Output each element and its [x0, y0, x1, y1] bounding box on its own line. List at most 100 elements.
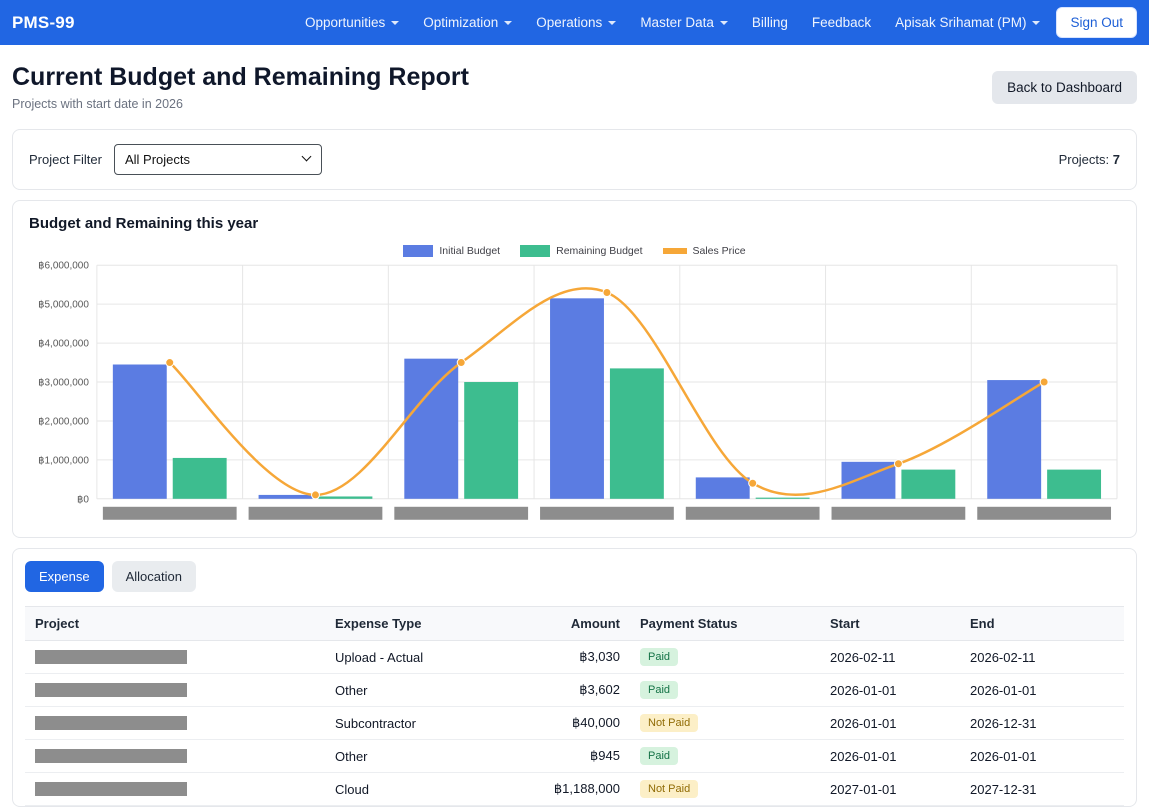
- end-date-cell: 2026-12-31: [960, 707, 1124, 740]
- svg-text:฿6,000,000: ฿6,000,000: [38, 261, 89, 272]
- payment-status-badge: Paid: [640, 648, 678, 666]
- redacted-project-name: [35, 749, 187, 763]
- bar-initial-budget: [987, 380, 1041, 499]
- nav-item-label: Operations: [536, 15, 602, 30]
- table-header-row: ProjectExpense TypeAmountPayment StatusS…: [25, 607, 1124, 641]
- svg-text:฿4,000,000: ฿4,000,000: [38, 339, 89, 350]
- end-date-cell: 2026-01-01: [960, 740, 1124, 773]
- redacted-x-label: [103, 507, 237, 520]
- start-date-cell: 2026-01-01: [820, 740, 960, 773]
- bar-initial-budget: [113, 365, 167, 499]
- col-end: End: [960, 607, 1124, 641]
- tab-allocation[interactable]: Allocation: [112, 561, 196, 592]
- nav-item-feedback[interactable]: Feedback: [812, 15, 871, 30]
- expense-table-body: Upload - Actual฿3,030Paid2026-02-112026-…: [25, 641, 1124, 806]
- table-row: Subcontractor฿40,000Not Paid2026-01-0120…: [25, 707, 1124, 740]
- end-date-cell: 2026-01-01: [960, 674, 1124, 707]
- nav-items: Opportunities Optimization Operations Maste…: [305, 15, 1041, 30]
- start-date-cell: 2027-01-01: [820, 773, 960, 806]
- project-filter-select-wrap: All Projects: [114, 144, 322, 175]
- payment-status-cell: Paid: [630, 740, 820, 773]
- redacted-project-name: [35, 683, 187, 697]
- col-amount: Amount: [520, 607, 630, 641]
- redacted-x-label: [977, 507, 1111, 520]
- col-expense-type: Expense Type: [325, 607, 520, 641]
- redacted-project-name: [35, 650, 187, 664]
- chevron-down-icon: [608, 21, 616, 25]
- amount-cell: ฿945: [520, 740, 630, 773]
- nav-item-label: Opportunities: [305, 15, 385, 30]
- col-start: Start: [820, 607, 960, 641]
- col-payment-status: Payment Status: [630, 607, 820, 641]
- legend-label: Initial Budget: [439, 245, 500, 257]
- expense-table: ProjectExpense TypeAmountPayment StatusS…: [25, 606, 1124, 806]
- app-brand: PMS-99: [12, 13, 75, 33]
- expense-type-cell: Cloud: [325, 773, 520, 806]
- payment-status-cell: Not Paid: [630, 707, 820, 740]
- payment-status-badge: Paid: [640, 747, 678, 765]
- projects-count-label: Projects:: [1059, 152, 1110, 167]
- amount-cell: ฿3,602: [520, 674, 630, 707]
- back-to-dashboard-button[interactable]: Back to Dashboard: [992, 71, 1137, 104]
- chevron-down-icon: [504, 21, 512, 25]
- bar-remaining-budget: [610, 368, 664, 498]
- expense-allocation-card: Expense Allocation ProjectExpense TypeAm…: [12, 548, 1137, 807]
- legend-item-initial-budget: Initial Budget: [403, 245, 500, 257]
- bar-remaining-budget: [318, 496, 372, 498]
- nav-item-optimization[interactable]: Optimization: [423, 15, 512, 30]
- sales-price-point: [166, 359, 174, 367]
- table-row: Other฿3,602 Paid 2026-01-012026-01-01: [25, 674, 1124, 707]
- project-filter-select[interactable]: All Projects: [114, 144, 322, 175]
- start-date-cell: 2026-01-01: [820, 707, 960, 740]
- nav-item-opportunities[interactable]: Opportunities: [305, 15, 399, 30]
- start-date-cell: 2026-02-11: [820, 641, 960, 674]
- bar-remaining-budget: [464, 382, 518, 499]
- table-row: Cloud฿1,188,000Not Paid2027-01-012027-12…: [25, 773, 1124, 806]
- project-cell: [25, 707, 325, 740]
- nav-item-operations[interactable]: Operations: [536, 15, 616, 30]
- project-cell: [25, 674, 325, 707]
- table-row: Upload - Actual฿3,030Paid2026-02-112026-…: [25, 641, 1124, 674]
- redacted-project-name: [35, 716, 187, 730]
- expense-type-cell: Upload - Actual: [325, 641, 520, 674]
- title-block: Current Budget and Remaining Report Proj…: [12, 63, 469, 111]
- amount-cell: ฿3,030: [520, 641, 630, 674]
- redacted-x-label: [832, 507, 966, 520]
- sales-price-line: [170, 288, 1044, 495]
- payment-status-cell: Paid: [630, 641, 820, 674]
- amount-cell: ฿40,000: [520, 707, 630, 740]
- col-project: Project: [25, 607, 325, 641]
- nav-item-apisak-srihamat-pm-[interactable]: Apisak Srihamat (PM): [895, 15, 1040, 30]
- nav-item-label: Optimization: [423, 15, 498, 30]
- bar-remaining-budget: [901, 470, 955, 499]
- sales-price-point: [749, 479, 757, 487]
- amount-cell: ฿1,188,000: [520, 773, 630, 806]
- tab-expense[interactable]: Expense: [25, 561, 104, 592]
- page-header: Current Budget and Remaining Report Proj…: [0, 45, 1149, 119]
- navbar: PMS-99 Opportunities Optimization Operatio…: [0, 0, 1149, 45]
- nav-item-master-data[interactable]: Master Data: [640, 15, 728, 30]
- sign-out-button[interactable]: Sign Out: [1056, 7, 1137, 38]
- nav-item-billing[interactable]: Billing: [752, 15, 788, 30]
- bar-remaining-budget: [756, 498, 810, 499]
- expense-type-cell: Other: [325, 674, 520, 707]
- budget-chart: ฿0฿1,000,000฿2,000,000฿3,000,000฿4,000,0…: [29, 257, 1120, 529]
- bar-remaining-budget: [1047, 470, 1101, 499]
- bar-remaining-budget: [173, 458, 227, 499]
- bar-initial-budget: [696, 477, 750, 498]
- sales-price-point: [311, 491, 319, 499]
- projects-count: Projects: 7: [1059, 152, 1120, 167]
- project-cell: [25, 773, 325, 806]
- sales-price-point: [1040, 378, 1048, 386]
- nav-item-label: Billing: [752, 15, 788, 30]
- expense-type-cell: Other: [325, 740, 520, 773]
- project-filter-label: Project Filter: [29, 152, 102, 167]
- sales-price-point: [457, 359, 465, 367]
- start-date-cell: 2026-01-01: [820, 674, 960, 707]
- payment-status-badge: Paid: [640, 681, 678, 699]
- svg-text:฿1,000,000: ฿1,000,000: [38, 455, 89, 466]
- redacted-project-name: [35, 782, 187, 796]
- payment-status-badge: Not Paid: [640, 714, 698, 732]
- legend-item-remaining-budget: Remaining Budget: [520, 245, 642, 257]
- legend-item-sales-price: Sales Price: [663, 245, 746, 257]
